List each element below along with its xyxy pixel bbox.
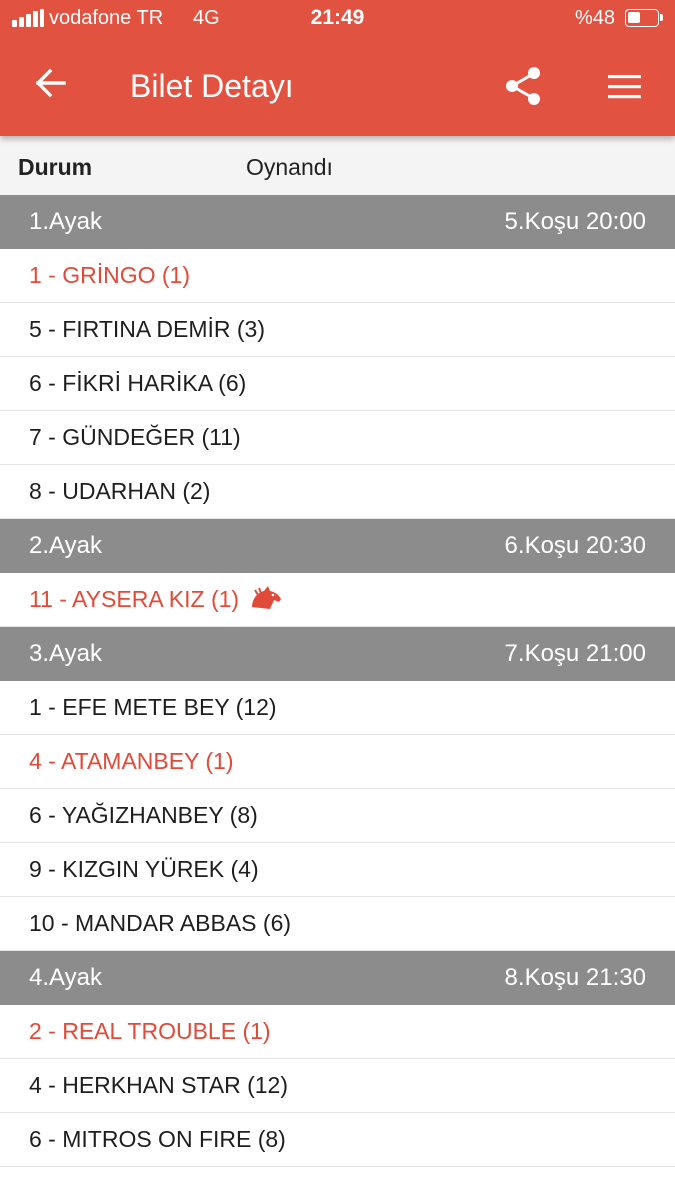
- horse-row: 1 - EFE METE BEY (12): [0, 681, 675, 735]
- horse-label: 1 - GRİNGO (1): [29, 262, 191, 288]
- leg-name: 3.Ayak: [29, 640, 102, 667]
- legs-list: 1.Ayak 5.Koşu 20:00 1 - GRİNGO (1) 5 - FIRT…: [0, 195, 675, 1167]
- horse-label: 11 - AYSERA KIZ (1): [29, 586, 240, 612]
- horse-name: 8 - UDARHAN (2): [29, 478, 210, 505]
- horse-row-winner: 11 - AYSERA KIZ (1): [0, 573, 675, 627]
- status-time: 21:49: [310, 6, 365, 29]
- horse-row: 5 - FIRTINA DEMİR (3): [0, 303, 675, 357]
- horse-name: 1 - GRİNGO (1): [29, 262, 190, 289]
- horse-row: 6 - FİKRİ HARİKA (6): [0, 357, 675, 411]
- share-button[interactable]: [500, 60, 548, 108]
- horse-name: 4 - ATAMANBEY (1): [29, 748, 234, 775]
- horse-name: 1 - EFE METE BEY (12): [29, 694, 277, 721]
- ticket-status-row: Durum Oynandı: [0, 136, 675, 195]
- page-title: Bilet Detayı: [130, 68, 294, 104]
- status-value: Oynandı: [246, 154, 333, 180]
- horse-name: 11 - AYSERA KIZ (1): [29, 585, 283, 613]
- horse-label: 2 - REAL TROUBLE (1): [29, 1018, 271, 1044]
- horse-row: 9 - KIZGIN YÜREK (4): [0, 843, 675, 897]
- status-bar: vodafone TR 4G 21:49 %48: [0, 0, 675, 38]
- leg-header: 2.Ayak 6.Koşu 20:30: [0, 519, 675, 573]
- horse-label: 6 - MITROS ON FIRE (8): [29, 1126, 286, 1152]
- horse-name: 5 - FIRTINA DEMİR (3): [29, 316, 265, 343]
- horse-label: 8 - UDARHAN (2): [29, 478, 211, 504]
- horse-head-icon: [252, 585, 282, 609]
- horse-label: 6 - YAĞIZHANBEY (8): [29, 802, 258, 828]
- horse-row: 6 - YAĞIZHANBEY (8): [0, 789, 675, 843]
- leg-header: 1.Ayak 5.Koşu 20:00: [0, 195, 675, 249]
- horse-name: 10 - MANDAR ABBAS (6): [29, 910, 291, 937]
- leg-name: 2.Ayak: [29, 532, 102, 559]
- battery-icon: [625, 9, 663, 27]
- horse-label: 4 - ATAMANBEY (1): [29, 748, 234, 774]
- battery-percentage: %48: [574, 7, 615, 29]
- horse-row: 4 - HERKHAN STAR (12): [0, 1059, 675, 1113]
- horse-name: 4 - HERKHAN STAR (12): [29, 1072, 288, 1099]
- horse-row-winner: 2 - REAL TROUBLE (1): [0, 1005, 675, 1059]
- horse-name: 9 - KIZGIN YÜREK (4): [29, 856, 259, 883]
- hamburger-menu-icon: [608, 75, 641, 99]
- leg-name: 1.Ayak: [29, 208, 102, 235]
- horse-label: 1 - EFE METE BEY (12): [29, 694, 277, 720]
- horse-row: 7 - GÜNDEĞER (11): [0, 411, 675, 465]
- horse-row: 10 - MANDAR ABBAS (6): [0, 897, 675, 951]
- horse-name: 6 - YAĞIZHANBEY (8): [29, 802, 258, 829]
- back-button[interactable]: [26, 58, 76, 108]
- horse-row: 6 - MITROS ON FIRE (8): [0, 1113, 675, 1167]
- race-info: 7.Koşu 21:00: [504, 640, 646, 667]
- leg-header: 3.Ayak 7.Koşu 21:00: [0, 627, 675, 681]
- race-info: 5.Koşu 20:00: [504, 208, 646, 235]
- horse-name: 2 - REAL TROUBLE (1): [29, 1018, 271, 1045]
- horse-label: 9 - KIZGIN YÜREK (4): [29, 856, 259, 882]
- app-bar: Bilet Detayı: [0, 38, 675, 136]
- leg-header: 4.Ayak 8.Koşu 21:30: [0, 951, 675, 1005]
- horse-label: 7 - GÜNDEĞER (11): [29, 424, 241, 450]
- horse-name: 6 - MITROS ON FIRE (8): [29, 1126, 286, 1153]
- arrow-left-icon: [35, 68, 66, 98]
- status-label: Durum: [18, 154, 93, 180]
- horse-row: 8 - UDARHAN (2): [0, 465, 675, 519]
- horse-label: 10 - MANDAR ABBAS (6): [29, 910, 292, 936]
- menu-button[interactable]: [600, 60, 650, 108]
- horse-row-winner: 4 - ATAMANBEY (1): [0, 735, 675, 789]
- horse-row-winner: 1 - GRİNGO (1): [0, 249, 675, 303]
- share-icon: [506, 67, 540, 105]
- horse-name: 7 - GÜNDEĞER (11): [29, 424, 241, 451]
- leg-name: 4.Ayak: [29, 964, 102, 991]
- race-info: 6.Koşu 20:30: [504, 532, 646, 559]
- horse-label: 4 - HERKHAN STAR (12): [29, 1072, 289, 1098]
- horse-label: 6 - FİKRİ HARİKA (6): [29, 370, 247, 396]
- top-bar: vodafone TR 4G 21:49 %48 Bilet Detayı: [0, 0, 675, 136]
- race-info: 8.Koşu 21:30: [504, 964, 646, 991]
- horse-label: 5 - FIRTINA DEMİR (3): [29, 316, 265, 342]
- horse-name: 6 - FİKRİ HARİKA (6): [29, 370, 246, 397]
